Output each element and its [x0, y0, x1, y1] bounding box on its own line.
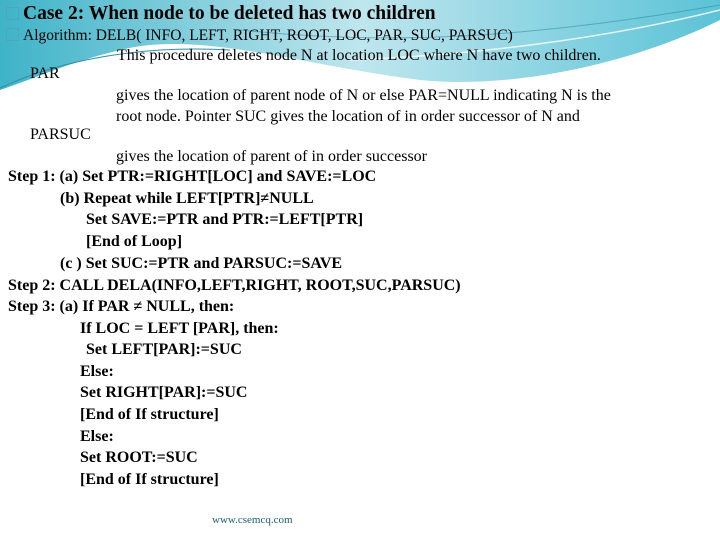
step-line: Set ROOT:=SUC — [80, 449, 198, 466]
step-line: Else: — [80, 428, 114, 445]
algorithm-signature: DELB( INFO, LEFT, RIGHT, ROOT, LOC, PAR,… — [95, 27, 513, 44]
step-line: Step 2: CALL DELA(INFO,LEFT,RIGHT, ROOT,… — [8, 277, 461, 294]
square-bullet-icon — [6, 28, 19, 41]
step-line: (c ) Set SUC:=PTR and PARSUC:=SAVE — [60, 255, 343, 272]
step-line: Set RIGHT[PAR]:=SUC — [80, 384, 248, 401]
algorithm-label: Algorithm: — [23, 27, 92, 44]
title-text: Case 2: When node to be deleted has two … — [23, 3, 436, 24]
square-bullet-icon — [6, 7, 19, 20]
step-line: (b) Repeat while LEFT[PTR]≠NULL — [60, 190, 314, 207]
algorithm-line: Algorithm: DELB( INFO, LEFT, RIGHT, ROOT… — [6, 27, 513, 45]
step-line: [End of If structure] — [80, 471, 219, 488]
description-line: gives the location of parent of in order… — [116, 148, 428, 165]
description-line: root node. Pointer SUC gives the locatio… — [116, 108, 580, 125]
description-line: This procedure deletes node N at locatio… — [117, 47, 601, 64]
step-line: Step 3: (a) If PAR ≠ NULL, then: — [8, 298, 235, 315]
description-term-parsuc: PARSUC — [30, 126, 91, 143]
slide-title: Case 2: When node to be deleted has two … — [6, 3, 436, 25]
step-line: If LOC = LEFT [PAR], then: — [80, 320, 279, 337]
footer-website: www.csemcq.com — [212, 514, 293, 526]
step-line: [End of If structure] — [80, 406, 219, 423]
description-line: gives the location of parent node of N o… — [116, 87, 611, 104]
step-line: Set SAVE:=PTR and PTR:=LEFT[PTR] — [86, 211, 364, 228]
step-line: [End of Loop] — [86, 233, 183, 250]
step-line: Else: — [80, 363, 114, 380]
step-line: Set LEFT[PAR]:=SUC — [86, 341, 242, 358]
step-line: Step 1: (a) Set PTR:=RIGHT[LOC] and SAVE… — [8, 168, 377, 185]
description-term-par: PAR — [30, 65, 60, 82]
